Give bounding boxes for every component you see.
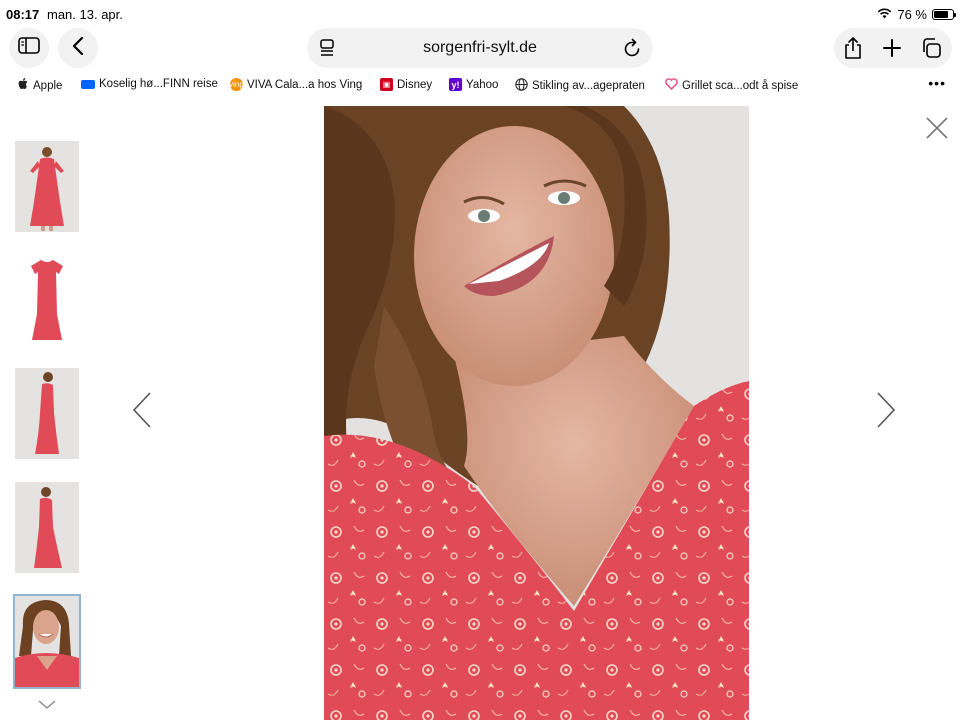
sidebar-toggle-button[interactable]: [9, 28, 49, 68]
thumbnail-image: [15, 482, 79, 573]
thumbnail-image: [15, 368, 79, 459]
ving-icon: ving: [229, 78, 244, 91]
bookmark-apple[interactable]: Apple: [18, 78, 62, 93]
bookmark-finn[interactable]: Koselig hø...FINN reise: [81, 78, 218, 90]
battery-percent: 76 %: [897, 7, 927, 22]
model-photo: [324, 106, 749, 720]
bookmark-label: Grillet sca...odt å spise: [682, 79, 799, 92]
bookmark-stikling[interactable]: Stikling av...agepraten: [515, 78, 645, 94]
chevron-right-icon: [876, 391, 896, 433]
thumbnail-4[interactable]: [15, 482, 79, 573]
bookmark-disney[interactable]: ▣ Disney: [380, 78, 432, 91]
chevron-down-icon[interactable]: [38, 697, 56, 715]
thumbnail-3[interactable]: [15, 368, 79, 459]
heart-icon: [665, 78, 678, 93]
thumbnail-image: [15, 596, 79, 687]
thumbnail-image: [15, 141, 79, 232]
close-icon: [925, 117, 949, 144]
yahoo-icon: y!: [449, 78, 462, 91]
thumbnail-2[interactable]: [15, 254, 79, 345]
share-button[interactable]: [841, 36, 865, 60]
thumbnail-5[interactable]: [13, 594, 81, 689]
bookmark-label: Disney: [397, 78, 433, 91]
toolbar-right-group: [834, 28, 952, 68]
status-time: 08:17: [6, 7, 40, 22]
sidebar-icon: [18, 37, 40, 59]
bookmark-label: Apple: [33, 79, 63, 92]
tabs-overview-button[interactable]: [919, 36, 943, 60]
bookmark-label: Yahoo: [466, 78, 499, 91]
bookmarks-bar: Apple Koselig hø...FINN reise ving VIVA …: [0, 75, 960, 96]
globe-icon: [515, 78, 528, 94]
thumbnail-1[interactable]: [15, 141, 79, 232]
url-text[interactable]: sorgenfri-sylt.de: [307, 39, 653, 57]
next-image-button[interactable]: [874, 391, 898, 433]
main-product-image: [324, 106, 749, 720]
thumbnail-image: [15, 254, 79, 345]
close-gallery-button[interactable]: [925, 116, 949, 140]
back-button[interactable]: [58, 28, 98, 68]
new-tab-button[interactable]: [880, 36, 904, 60]
apple-icon: [18, 78, 29, 93]
more-icon[interactable]: •••: [928, 75, 946, 91]
bookmark-label: Koselig hø...FINN reise: [99, 78, 218, 90]
battery-icon: [932, 9, 956, 20]
bookmark-grillet[interactable]: Grillet sca...odt å spise: [665, 78, 798, 93]
bookmark-label: Stikling av...agepraten: [532, 80, 645, 92]
disney-icon: ▣: [380, 78, 393, 91]
bookmark-label: VIVA Cala...a hos Ving: [247, 78, 363, 91]
address-bar[interactable]: sorgenfri-sylt.de: [307, 28, 653, 68]
chevron-left-icon: [72, 36, 84, 60]
reload-icon[interactable]: [623, 38, 641, 63]
bookmark-ving[interactable]: ving VIVA Cala...a hos Ving: [229, 78, 363, 91]
status-right: 76 %: [877, 7, 956, 22]
chevron-left-icon: [132, 391, 152, 433]
finn-icon: [81, 79, 95, 89]
wifi-icon: [877, 7, 892, 22]
previous-image-button[interactable]: [130, 391, 154, 433]
status-date: man. 13. apr.: [47, 7, 123, 22]
bookmark-yahoo[interactable]: y! Yahoo: [449, 78, 498, 91]
status-bar: 08:17 man. 13. apr. 76 %: [0, 0, 960, 28]
